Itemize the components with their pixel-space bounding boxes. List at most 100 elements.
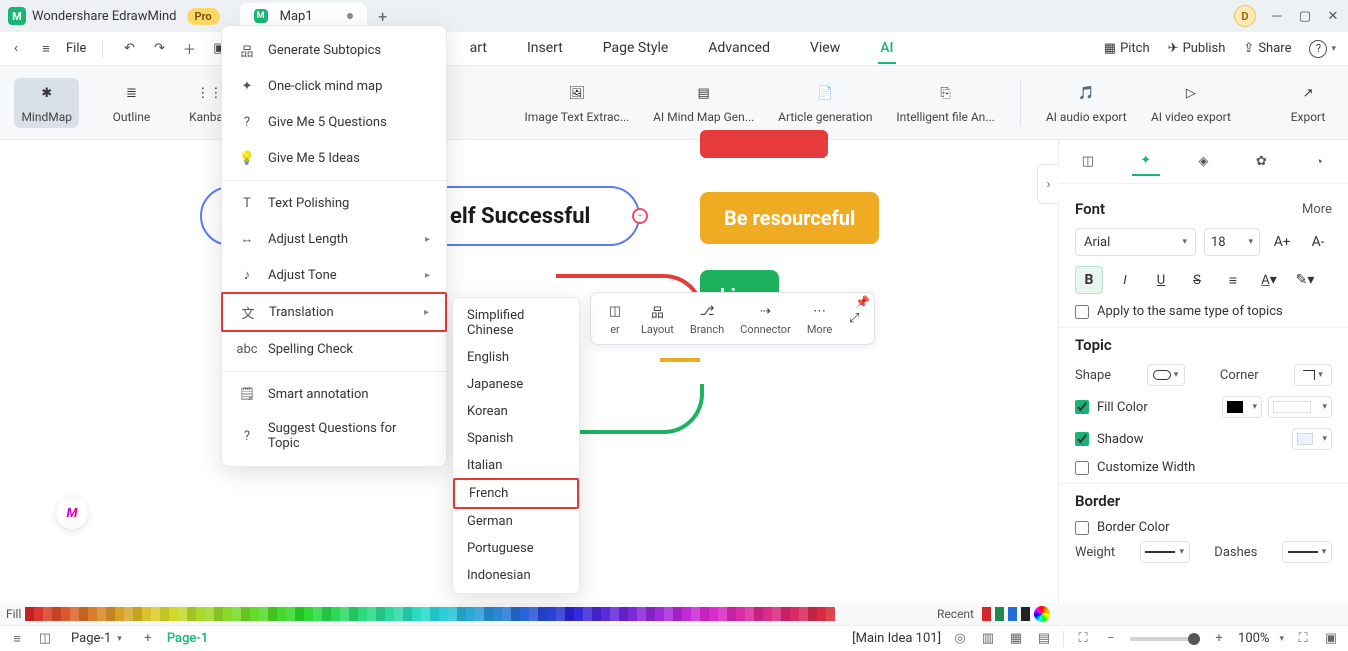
- publish-button[interactable]: ✈Publish: [1168, 41, 1226, 56]
- file-menu[interactable]: File: [66, 41, 86, 56]
- fill-gradient-select[interactable]: ▾: [1268, 396, 1332, 418]
- palette-color[interactable]: [817, 607, 826, 621]
- palette-color[interactable]: [34, 607, 43, 621]
- corner-select[interactable]: ▾: [1294, 364, 1332, 386]
- palette-color[interactable]: [466, 607, 475, 621]
- palette-color[interactable]: [682, 607, 691, 621]
- palette-color[interactable]: [529, 607, 538, 621]
- palette-color[interactable]: [763, 607, 772, 621]
- palette-color[interactable]: [664, 607, 673, 621]
- palette-color[interactable]: [691, 607, 700, 621]
- palette-color[interactable]: [439, 607, 448, 621]
- underline-button[interactable]: U: [1147, 266, 1175, 294]
- ribbon-outline[interactable]: ≣Outline: [105, 82, 157, 124]
- palette-color[interactable]: [115, 607, 124, 621]
- ribbon-mindmap[interactable]: ✱MindMap: [14, 78, 79, 128]
- tab-insert[interactable]: Insert: [525, 34, 565, 64]
- palette-color[interactable]: [448, 607, 457, 621]
- palette-color[interactable]: [331, 607, 340, 621]
- palette-color[interactable]: [241, 607, 250, 621]
- palette-color[interactable]: [745, 607, 754, 621]
- zoom-in-button[interactable]: +: [1210, 630, 1228, 648]
- palette-color[interactable]: [394, 607, 403, 621]
- palette-color[interactable]: [700, 607, 709, 621]
- fullscreen-icon[interactable]: ⛶: [1294, 630, 1312, 648]
- user-avatar[interactable]: D: [1234, 5, 1256, 27]
- palette-color[interactable]: [502, 607, 511, 621]
- palette-color[interactable]: [358, 607, 367, 621]
- palette-color[interactable]: [565, 607, 574, 621]
- fit-width-icon[interactable]: ⛶: [1074, 630, 1092, 648]
- close-button[interactable]: ✕: [1326, 9, 1340, 23]
- undo-icon[interactable]: ↶: [119, 39, 139, 59]
- palette-color[interactable]: [547, 607, 556, 621]
- palette-color[interactable]: [223, 607, 232, 621]
- ribbon-ai-audio[interactable]: 🎵AI audio export: [1047, 82, 1126, 124]
- palette-color[interactable]: [52, 607, 61, 621]
- fit-icon[interactable]: ▥: [979, 630, 997, 648]
- share-button[interactable]: ⇪Share: [1243, 41, 1291, 56]
- palette-color[interactable]: [43, 607, 52, 621]
- palette-color[interactable]: [97, 607, 106, 621]
- pin-icon[interactable]: 📌: [855, 295, 870, 309]
- panel-tab-icon[interactable]: ✿: [1247, 148, 1275, 176]
- grid-icon[interactable]: ▦: [1007, 630, 1025, 648]
- palette-color[interactable]: [79, 607, 88, 621]
- palette-color[interactable]: [637, 607, 646, 621]
- present-icon[interactable]: ▣: [1322, 630, 1340, 648]
- palette-color[interactable]: [736, 607, 745, 621]
- pitch-button[interactable]: ▦Pitch: [1104, 41, 1150, 56]
- palette-color[interactable]: [493, 607, 502, 621]
- add-page-button[interactable]: +: [139, 630, 157, 648]
- lang-indonesian[interactable]: Indonesian: [453, 562, 579, 589]
- palette-color[interactable]: [430, 607, 439, 621]
- palette-color[interactable]: [412, 607, 421, 621]
- palette-color[interactable]: [385, 607, 394, 621]
- panel-tab-topic[interactable]: ◫: [1074, 148, 1102, 176]
- palette-color[interactable]: [727, 607, 736, 621]
- layers-icon[interactable]: ▤: [1035, 630, 1053, 648]
- palette-color[interactable]: [619, 607, 628, 621]
- palette-color[interactable]: [124, 607, 133, 621]
- fill-color-checkbox[interactable]: Fill Color: [1075, 400, 1148, 415]
- palette-color[interactable]: [232, 607, 241, 621]
- palette-color[interactable]: [295, 607, 304, 621]
- tab-page-style[interactable]: Page Style: [601, 34, 670, 64]
- ribbon-ai-mindmap[interactable]: ▤AI Mind Map Gen...: [654, 82, 753, 124]
- add-tab-button[interactable]: +: [373, 6, 393, 26]
- palette-color[interactable]: [187, 607, 196, 621]
- italic-button[interactable]: I: [1111, 266, 1139, 294]
- lang-japanese[interactable]: Japanese: [453, 371, 579, 398]
- ribbon-article[interactable]: 📄Article generation: [779, 82, 871, 124]
- panel-tab-history[interactable]: ◔: [1305, 148, 1333, 176]
- zoom-slider[interactable]: [1130, 637, 1200, 641]
- ribbon-export[interactable]: ↗Export: [1282, 82, 1334, 124]
- palette-color[interactable]: [322, 607, 331, 621]
- palette-color[interactable]: [808, 607, 817, 621]
- ctx-adjust-length[interactable]: ↔Adjust Length▸: [222, 221, 446, 257]
- ctx-text-polishing[interactable]: TText Polishing: [222, 185, 446, 221]
- toolbar-layout[interactable]: 品Layout: [635, 299, 680, 338]
- ctx-one-click-mindmap[interactable]: ✦One-click mind map: [222, 68, 446, 104]
- ctx-smart-annotation[interactable]: 🗒Smart annotation: [222, 376, 446, 412]
- ctx-adjust-tone[interactable]: ♪Adjust Tone▸: [222, 257, 446, 293]
- dashes-select[interactable]: ▾: [1282, 541, 1332, 563]
- recent-color[interactable]: [995, 607, 1004, 621]
- lang-korean[interactable]: Korean: [453, 398, 579, 425]
- ctx-five-ideas[interactable]: 💡Give Me 5 Ideas: [222, 140, 446, 176]
- panel-collapse-button[interactable]: ›: [1037, 164, 1059, 204]
- palette-color[interactable]: [709, 607, 718, 621]
- ribbon-ai-video[interactable]: ▷AI video export: [1152, 82, 1230, 124]
- palette-color[interactable]: [403, 607, 412, 621]
- palette-color[interactable]: [538, 607, 547, 621]
- fill-color-swatch[interactable]: ▾: [1222, 396, 1262, 418]
- ctx-translation[interactable]: 文Translation▸: [221, 292, 447, 332]
- recent-color[interactable]: [1008, 607, 1017, 621]
- palette-color[interactable]: [349, 607, 358, 621]
- edraw-logo-icon[interactable]: M: [56, 497, 88, 529]
- ribbon-intelligent[interactable]: ⎘Intelligent file An...: [897, 82, 993, 124]
- palette-color[interactable]: [799, 607, 808, 621]
- palette-color[interactable]: [178, 607, 187, 621]
- font-decrease-button[interactable]: A-: [1304, 228, 1332, 256]
- lang-english[interactable]: English: [453, 344, 579, 371]
